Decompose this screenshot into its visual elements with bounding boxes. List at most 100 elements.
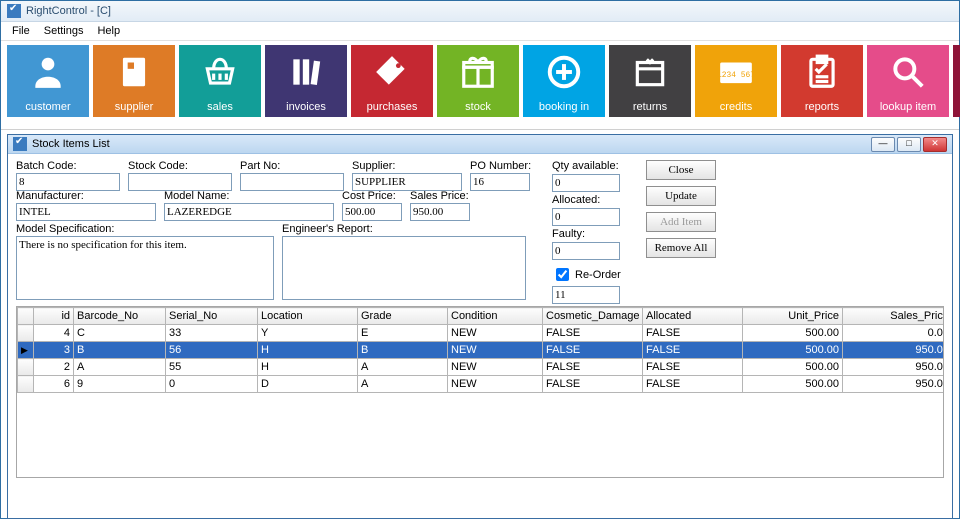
person-icon: [29, 53, 67, 91]
cell-condition: NEW: [448, 342, 543, 359]
cell-id: 4: [34, 325, 74, 342]
sales-price-label: Sales Price:: [410, 190, 470, 202]
engineer-report-textarea[interactable]: [282, 236, 526, 300]
cost-price-label: Cost Price:: [342, 190, 402, 202]
table-row[interactable]: 690DANEWFALSEFALSE500.00950.00: [18, 376, 945, 393]
faulty-input[interactable]: [552, 242, 620, 260]
panel-title: Stock Items List: [32, 138, 110, 150]
row-header: [18, 325, 34, 342]
table-row[interactable]: 2A55HANEWFALSEFALSE500.00950.00: [18, 359, 945, 376]
manufacturer-input[interactable]: [16, 203, 156, 221]
tile-reports[interactable]: reports: [781, 45, 863, 117]
cell-id: 2: [34, 359, 74, 376]
tile-sales[interactable]: sales: [179, 45, 261, 117]
tile-lookup-item[interactable]: lookup item: [867, 45, 949, 117]
menu-settings[interactable]: Settings: [37, 24, 91, 38]
remove-all-button[interactable]: Remove All: [646, 238, 716, 258]
cell-unit-price: 500.00: [743, 359, 843, 376]
cell-location: Y: [258, 325, 358, 342]
cell-cosmetic: FALSE: [543, 325, 643, 342]
cell-sales-price: 0.00: [843, 325, 945, 342]
cell-barcode: 9: [74, 376, 166, 393]
cell-barcode: B: [74, 342, 166, 359]
cell-unit-price: 500.00: [743, 342, 843, 359]
cell-unit-price: 500.00: [743, 376, 843, 393]
inner-title-bar: Stock Items List — □ ✕: [8, 135, 952, 154]
col-barcode[interactable]: Barcode_No: [74, 308, 166, 325]
model-name-input[interactable]: [164, 203, 334, 221]
sales-price-input[interactable]: [410, 203, 470, 221]
cell-sales-price: 950.00: [843, 376, 945, 393]
menu-file[interactable]: File: [5, 24, 37, 38]
book-icon: [115, 53, 153, 91]
cell-grade: B: [358, 342, 448, 359]
tile-returns[interactable]: returns: [609, 45, 691, 117]
table-row[interactable]: ▶3B56HBNEWFALSEFALSE500.00950.00: [18, 342, 945, 359]
gift-icon: [459, 53, 497, 91]
stock-code-input[interactable]: [128, 173, 232, 191]
search-icon: [889, 53, 927, 91]
maximize-button[interactable]: □: [897, 137, 921, 152]
col-grade[interactable]: Grade: [358, 308, 448, 325]
tile-dispatch[interactable]: dispatch: [953, 45, 960, 117]
part-no-input[interactable]: [240, 173, 344, 191]
add-item-button[interactable]: Add Item: [646, 212, 716, 232]
reorder-qty-input[interactable]: [552, 286, 620, 304]
tile-supplier[interactable]: supplier: [93, 45, 175, 117]
tile-booking-in[interactable]: booking in: [523, 45, 605, 117]
cell-location: D: [258, 376, 358, 393]
close-button[interactable]: Close: [646, 160, 716, 180]
tile-purchases[interactable]: purchases: [351, 45, 433, 117]
tile-invoices[interactable]: invoices: [265, 45, 347, 117]
allocated-input[interactable]: [552, 208, 620, 226]
batch-code-input[interactable]: [16, 173, 120, 191]
update-button[interactable]: Update: [646, 186, 716, 206]
col-cosmetic[interactable]: Cosmetic_Damage: [543, 308, 643, 325]
cell-grade: A: [358, 376, 448, 393]
title-bar: RightControl - [C]: [1, 1, 959, 22]
panel-icon: [13, 137, 27, 151]
tile-bar: customer supplier sales invoices purchas…: [1, 41, 959, 130]
cell-serial: 55: [166, 359, 258, 376]
reorder-checkbox[interactable]: [556, 268, 569, 281]
menu-bar: File Settings Help: [1, 22, 959, 41]
cell-condition: NEW: [448, 376, 543, 393]
tile-customer[interactable]: customer: [7, 45, 89, 117]
table-row[interactable]: 4C33YENEWFALSEFALSE500.000.00: [18, 325, 945, 342]
cell-cosmetic: FALSE: [543, 376, 643, 393]
cell-condition: NEW: [448, 325, 543, 342]
svg-text:1234 567: 1234 567: [717, 71, 755, 80]
col-condition[interactable]: Condition: [448, 308, 543, 325]
tile-stock[interactable]: stock: [437, 45, 519, 117]
col-location[interactable]: Location: [258, 308, 358, 325]
tile-credits[interactable]: 1234 567 credits: [695, 45, 777, 117]
po-number-label: PO Number:: [470, 160, 530, 172]
cell-serial: 56: [166, 342, 258, 359]
col-sales-price[interactable]: Sales_Price: [843, 308, 945, 325]
plus-circle-icon: [545, 53, 583, 91]
qty-available-label: Qty available:: [552, 160, 632, 172]
model-spec-textarea[interactable]: There is no specification for this item.: [16, 236, 274, 300]
col-unit-price[interactable]: Unit_Price: [743, 308, 843, 325]
cell-cosmetic: FALSE: [543, 342, 643, 359]
col-allocated[interactable]: Allocated: [643, 308, 743, 325]
cell-grade: E: [358, 325, 448, 342]
col-id[interactable]: id: [34, 308, 74, 325]
engineer-report-label: Engineer's Report:: [282, 223, 526, 235]
close-window-button[interactable]: ✕: [923, 137, 947, 152]
po-number-input[interactable]: [470, 173, 530, 191]
qty-available-input[interactable]: [552, 174, 620, 192]
grid-header-row: id Barcode_No Serial_No Location Grade C…: [18, 308, 945, 325]
supplier-input[interactable]: [352, 173, 462, 191]
model-spec-label: Model Specification:: [16, 223, 274, 235]
cost-price-input[interactable]: [342, 203, 402, 221]
batch-code-label: Batch Code:: [16, 160, 120, 172]
cell-id: 6: [34, 376, 74, 393]
stock-items-grid[interactable]: id Barcode_No Serial_No Location Grade C…: [16, 306, 944, 478]
minimize-button[interactable]: —: [871, 137, 895, 152]
menu-help[interactable]: Help: [90, 24, 127, 38]
col-serial[interactable]: Serial_No: [166, 308, 258, 325]
cell-allocated: FALSE: [643, 342, 743, 359]
cell-location: H: [258, 342, 358, 359]
cell-cosmetic: FALSE: [543, 359, 643, 376]
